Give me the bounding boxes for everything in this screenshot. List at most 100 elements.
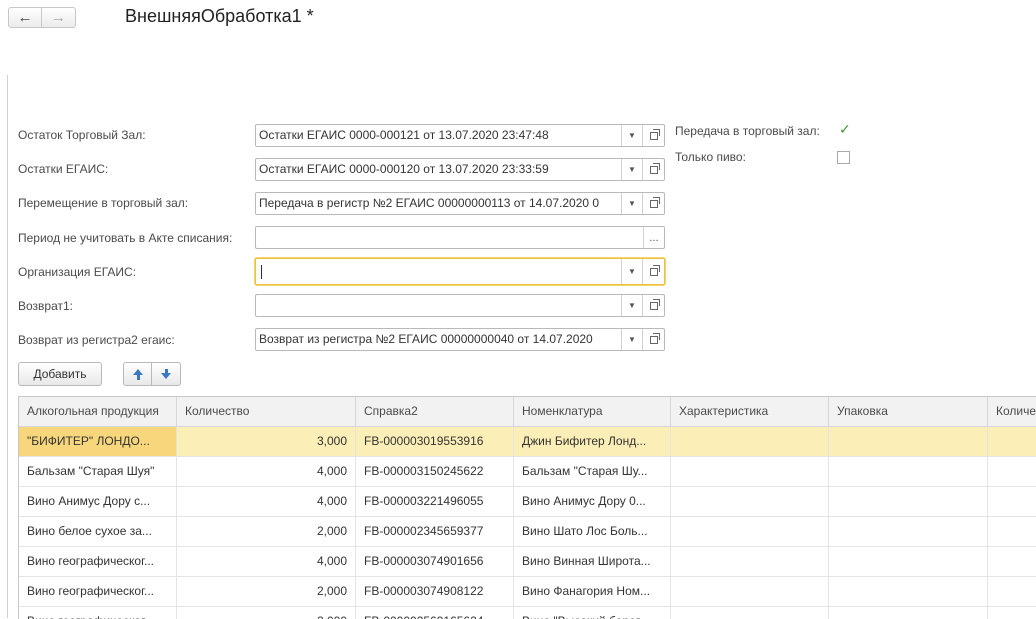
cell-nomenklatura[interactable]: Джин Бифитер Лонд...	[514, 427, 671, 456]
cell-kolichestvo-2[interactable]	[988, 607, 1036, 619]
cell-spravka2[interactable]: FB-000002345659377	[356, 517, 514, 546]
cell-alko[interactable]: Вино Анимус Дору с...	[19, 487, 177, 516]
checkbox-tolko-pivo[interactable]	[837, 151, 850, 164]
select-period-button[interactable]: ...	[643, 227, 664, 248]
dropdown-button[interactable]: ▼	[621, 125, 642, 146]
cell-kolichestvo-2[interactable]	[988, 457, 1036, 486]
cell-nomenklatura[interactable]: Вино "Высокий берег...	[514, 607, 671, 619]
cell-kolichestvo[interactable]: 2,000	[177, 607, 356, 619]
table-row[interactable]: Вино Анимус Дору с... 4,000 FB-000003221…	[19, 487, 1036, 517]
cell-kolichestvo[interactable]: 4,000	[177, 547, 356, 576]
move-up-button[interactable]	[123, 362, 152, 386]
table-row[interactable]: Вино географическог... 2,000 FB-00000256…	[19, 607, 1036, 619]
field-organizaciya-value[interactable]	[256, 259, 621, 284]
cell-kolichestvo-2[interactable]	[988, 547, 1036, 576]
cell-upakovka[interactable]	[829, 457, 988, 486]
field-organizaciya[interactable]: ▼	[255, 258, 665, 285]
cell-spravka2[interactable]: FB-000003019553916	[356, 427, 514, 456]
table-row[interactable]: Вино географическог... 2,000 FB-00000307…	[19, 577, 1036, 607]
field-vozvrat1[interactable]: ▼	[255, 294, 665, 317]
cell-upakovka[interactable]	[829, 517, 988, 546]
dropdown-button[interactable]: ▼	[621, 295, 642, 316]
cell-kolichestvo[interactable]: 2,000	[177, 577, 356, 606]
cell-spravka2[interactable]: FB-000002569165624	[356, 607, 514, 619]
dropdown-button[interactable]: ▼	[621, 159, 642, 180]
cell-nomenklatura[interactable]: Вино Винная Широта...	[514, 547, 671, 576]
dropdown-button[interactable]: ▼	[621, 329, 642, 350]
field-ostatok-torgovy-zal-value[interactable]: Остатки ЕГАИС 0000-000121 от 13.07.2020 …	[256, 125, 621, 146]
field-ostatki-egais-value[interactable]: Остатки ЕГАИС 0000-000120 от 13.07.2020 …	[256, 159, 621, 180]
cell-harakteristika[interactable]	[671, 607, 829, 619]
cell-alko[interactable]: Вино географическог...	[19, 577, 177, 606]
cell-kolichestvo[interactable]: 3,000	[177, 427, 356, 456]
cell-harakteristika[interactable]	[671, 517, 829, 546]
cell-alko[interactable]: Вино географическог...	[19, 607, 177, 619]
table-row[interactable]: Вино географическог... 4,000 FB-00000307…	[19, 547, 1036, 577]
column-header-harakteristika[interactable]: Характеристика	[671, 397, 829, 426]
cell-kolichestvo-2[interactable]	[988, 517, 1036, 546]
column-header-spravka2[interactable]: Справка2	[356, 397, 514, 426]
cell-nomenklatura[interactable]: Вино Фанагория Ном...	[514, 577, 671, 606]
forward-button[interactable]: →	[42, 7, 76, 28]
cell-nomenklatura[interactable]: Вино Анимус Дору 0...	[514, 487, 671, 516]
cell-upakovka[interactable]	[829, 547, 988, 576]
field-ostatok-torgovy-zal[interactable]: Остатки ЕГАИС 0000-000121 от 13.07.2020 …	[255, 124, 665, 147]
open-button[interactable]	[642, 295, 664, 316]
field-period[interactable]: ...	[255, 226, 665, 249]
column-header-nomenklatura[interactable]: Номенклатура	[514, 397, 671, 426]
cell-kolichestvo[interactable]: 4,000	[177, 487, 356, 516]
field-vozvrat1-value[interactable]	[256, 295, 621, 316]
table-row[interactable]: Бальзам "Старая Шуя" 4,000 FB-0000031502…	[19, 457, 1036, 487]
add-button[interactable]: Добавить	[18, 362, 102, 386]
cell-upakovka[interactable]	[829, 487, 988, 516]
column-header-kolichestvo-2[interactable]: Количество	[988, 397, 1036, 426]
cell-harakteristika[interactable]	[671, 487, 829, 516]
cell-upakovka[interactable]	[829, 577, 988, 606]
products-table[interactable]: Алкогольная продукция Количество Справка…	[18, 396, 1036, 619]
cell-nomenklatura[interactable]: Вино Шато Лос Боль...	[514, 517, 671, 546]
cell-spravka2[interactable]: FB-000003074901656	[356, 547, 514, 576]
label-ostatki-egais: Остатки ЕГАИС:	[18, 162, 109, 176]
column-header-alko[interactable]: Алкогольная продукция	[19, 397, 177, 426]
cell-kolichestvo-2[interactable]	[988, 577, 1036, 606]
column-header-upakovka[interactable]: Упаковка	[829, 397, 988, 426]
field-peremeschenie[interactable]: Передача в регистр №2 ЕГАИС 00000000113 …	[255, 192, 665, 215]
table-row[interactable]: Вино белое сухое за... 2,000 FB-00000234…	[19, 517, 1036, 547]
cell-harakteristika[interactable]	[671, 457, 829, 486]
cell-kolichestvo[interactable]: 2,000	[177, 517, 356, 546]
table-row[interactable]: "БИФИТЕР" ЛОНДО... 3,000 FB-000003019553…	[19, 427, 1036, 457]
open-button[interactable]	[642, 159, 664, 180]
open-button[interactable]	[642, 193, 664, 214]
cell-harakteristika[interactable]	[671, 547, 829, 576]
column-header-kolichestvo[interactable]: Количество	[177, 397, 356, 426]
field-period-value[interactable]	[256, 227, 643, 248]
cell-alko[interactable]: Вино белое сухое за...	[19, 517, 177, 546]
field-vozvrat-registr2-value[interactable]: Возврат из регистра №2 ЕГАИС 00000000040…	[256, 329, 621, 350]
cell-spravka2[interactable]: FB-000003150245622	[356, 457, 514, 486]
checkbox-peredacha[interactable]: ✓	[837, 121, 851, 137]
cell-upakovka[interactable]	[829, 607, 988, 619]
cell-alko[interactable]: Бальзам "Старая Шуя"	[19, 457, 177, 486]
dropdown-button[interactable]: ▼	[621, 259, 642, 284]
cell-harakteristika[interactable]	[671, 427, 829, 456]
field-ostatki-egais[interactable]: Остатки ЕГАИС 0000-000120 от 13.07.2020 …	[255, 158, 665, 181]
cell-harakteristika[interactable]	[671, 577, 829, 606]
cell-kolichestvo-2[interactable]	[988, 487, 1036, 516]
cell-upakovka[interactable]	[829, 427, 988, 456]
cell-kolichestvo[interactable]: 4,000	[177, 457, 356, 486]
field-peremeschenie-value[interactable]: Передача в регистр №2 ЕГАИС 00000000113 …	[256, 193, 621, 214]
back-button[interactable]: ←	[8, 7, 42, 28]
dropdown-button[interactable]: ▼	[621, 193, 642, 214]
cell-spravka2[interactable]: FB-000003221496055	[356, 487, 514, 516]
open-button[interactable]	[642, 125, 664, 146]
cell-spravka2[interactable]: FB-000003074908122	[356, 577, 514, 606]
checkmark-icon: ✓	[839, 121, 851, 137]
open-button[interactable]	[642, 329, 664, 350]
cell-kolichestvo-2[interactable]	[988, 427, 1036, 456]
cell-alko[interactable]: "БИФИТЕР" ЛОНДО...	[19, 427, 177, 456]
open-button[interactable]	[642, 259, 664, 284]
move-down-button[interactable]	[152, 362, 181, 386]
cell-alko[interactable]: Вино географическог...	[19, 547, 177, 576]
cell-nomenklatura[interactable]: Бальзам "Старая Шу...	[514, 457, 671, 486]
field-vozvrat-registr2[interactable]: Возврат из регистра №2 ЕГАИС 00000000040…	[255, 328, 665, 351]
